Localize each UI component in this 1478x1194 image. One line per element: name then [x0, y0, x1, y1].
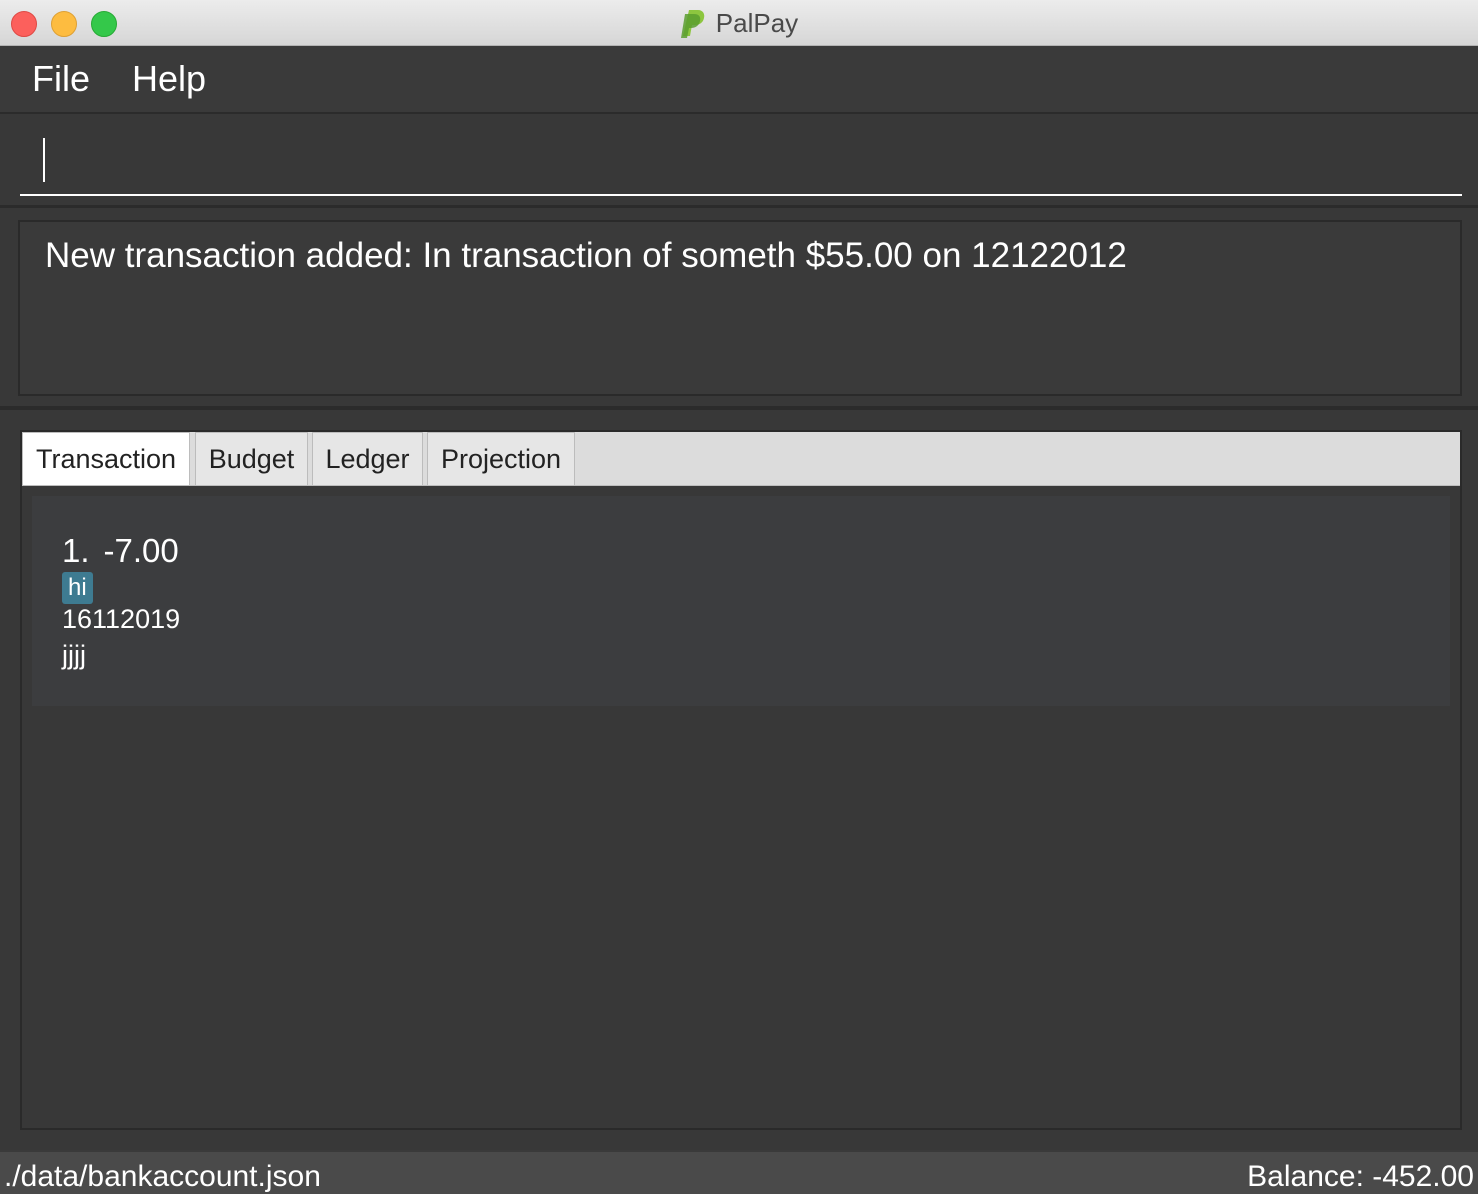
- transaction-card[interactable]: 1. -7.00 hi 16112019 jjjj: [32, 496, 1450, 706]
- panel-divider[interactable]: [0, 406, 1478, 410]
- transaction-description: jjjj: [62, 640, 86, 670]
- menu-file[interactable]: File: [32, 58, 90, 100]
- command-input[interactable]: [20, 128, 1462, 196]
- text-caret: [43, 138, 45, 182]
- window-title-group: PalPay: [0, 0, 1478, 46]
- paypal-p-icon: [680, 10, 705, 38]
- tab-transaction[interactable]: Transaction: [22, 432, 190, 485]
- app-window: PalPay File Help New transaction added: …: [0, 0, 1478, 1194]
- transaction-header: 1. -7.00: [62, 532, 179, 570]
- status-bar: ./data/bankaccount.json Balance: -452.00: [0, 1150, 1478, 1194]
- transaction-amount: -7.00: [103, 532, 179, 569]
- menu-help[interactable]: Help: [132, 58, 206, 100]
- transaction-index: 1.: [62, 532, 90, 569]
- data-file-path: ./data/bankaccount.json: [4, 1160, 321, 1193]
- result-message: New transaction added: In transaction of…: [45, 236, 1127, 275]
- balance-display: Balance: -452.00: [1247, 1160, 1474, 1193]
- tab-bar: Transaction Budget Ledger Projection: [22, 432, 1460, 486]
- title-bar: PalPay: [0, 0, 1478, 46]
- tab-ledger[interactable]: Ledger: [312, 432, 423, 485]
- transaction-tag: hi: [62, 572, 93, 604]
- tab-budget[interactable]: Budget: [195, 432, 308, 485]
- result-display: New transaction added: In transaction of…: [18, 220, 1462, 396]
- menu-bar: File Help: [0, 46, 1478, 114]
- command-box-area: [0, 114, 1478, 208]
- transaction-date: 16112019: [62, 604, 181, 634]
- tab-pane: Transaction Budget Ledger Projection 1. -…: [20, 430, 1462, 1130]
- window-title: PalPay: [715, 7, 799, 38]
- tab-projection[interactable]: Projection: [427, 432, 575, 485]
